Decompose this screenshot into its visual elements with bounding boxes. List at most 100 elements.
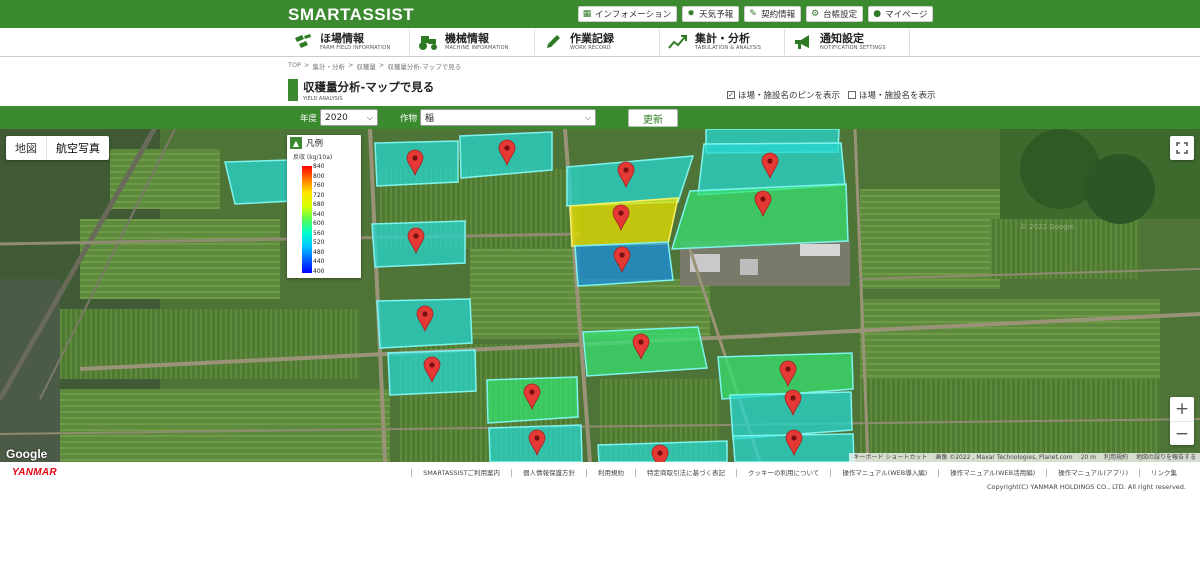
- footer-link[interactable]: クッキーの利用について: [736, 469, 830, 477]
- breadcrumb-yield[interactable]: 収穫量: [356, 61, 376, 71]
- fullscreen-icon: [1176, 142, 1188, 154]
- app-logo[interactable]: SMARTASSIST: [288, 5, 414, 25]
- nav-item-label: ほ場情報: [320, 32, 364, 45]
- legend-tick: 440: [313, 258, 325, 266]
- title-accent-bar: [288, 79, 298, 101]
- nav-item-notification[interactable]: 通知設定 NOTIFICATION SETTINGS: [788, 29, 910, 55]
- breadcrumb-top[interactable]: TOP: [288, 61, 301, 71]
- map-pin-icon[interactable]: [651, 444, 669, 462]
- footer-link[interactable]: 操作マニュアル(WEB活用編): [938, 469, 1046, 477]
- header-link-label: インフォメーション: [595, 10, 672, 20]
- legend-tick: 640: [313, 210, 325, 218]
- footer-link[interactable]: 特定商取引法に基づく表記: [635, 469, 736, 477]
- header-link-contract[interactable]: ✎ 契約情報: [744, 6, 802, 22]
- tractor-icon: [417, 31, 439, 53]
- breadcrumb-current: 収穫量分析-マップで見る: [387, 63, 462, 71]
- header-link-label: 台帳設定: [823, 10, 858, 20]
- legend-tick: 560: [313, 229, 325, 237]
- zoom-control: + −: [1170, 397, 1194, 445]
- legend-color-scale: [302, 166, 312, 273]
- legend-tick: 520: [313, 239, 325, 247]
- nav-item-label: 作業記録: [570, 32, 614, 45]
- legend-collapse-button[interactable]: ▲: [290, 137, 302, 149]
- legend-tick: 680: [313, 201, 325, 209]
- update-button[interactable]: 更新: [628, 109, 678, 127]
- map-type-satellite-button[interactable]: 航空写真: [46, 136, 109, 160]
- header-links: ▦ インフォメーション ✹ 天気予報 ✎ 契約情報 ⚙ 台帳設定 ● マイページ: [578, 6, 934, 22]
- settings-icon: ⚙: [811, 9, 820, 19]
- map-scale[interactable]: 20 m: [1076, 453, 1100, 462]
- megaphone-icon: [792, 31, 814, 53]
- show-pin-option[interactable]: ✓ ほ場・施設名のピンを表示: [727, 89, 840, 101]
- map-terms-link[interactable]: 利用規約: [1099, 453, 1132, 462]
- nav-item-machine-info[interactable]: 機械情報 MACHINE INFORMATION: [413, 29, 535, 55]
- footer-link[interactable]: リンク集: [1139, 469, 1188, 477]
- yanmar-logo[interactable]: YANMAR: [12, 467, 57, 478]
- year-select-value: 2020: [325, 112, 348, 123]
- crop-select[interactable]: 稲 ⌵: [420, 109, 596, 126]
- page-subtitle: YIELD ANALYSIS: [303, 96, 343, 102]
- show-pin-label: ほ場・施設名のピンを表示: [738, 91, 841, 101]
- field-icon: [292, 31, 314, 53]
- nav-item-work-record[interactable]: 作業記録 WORK RECORD: [538, 29, 660, 55]
- header-link-information[interactable]: ▦ インフォメーション: [578, 6, 678, 22]
- chevron-down-icon: ⌵: [584, 112, 591, 122]
- breadcrumb-separator: >: [378, 61, 385, 69]
- crop-label: 作物: [400, 114, 418, 124]
- crop-select-value: 稲: [425, 114, 435, 124]
- user-icon: ●: [873, 9, 882, 19]
- legend-tick: 760: [313, 182, 325, 190]
- year-label: 年度: [300, 114, 318, 124]
- map-type-control: 地図 航空写真: [6, 136, 109, 160]
- footer-links: SMARTASSISTご利用案内 個人情報保護方針 利用規約 特定商取引法に基づ…: [411, 469, 1188, 477]
- breadcrumb-separator: >: [347, 61, 354, 69]
- nav-item-sublabel: MACHINE INFORMATION: [445, 45, 509, 51]
- legend-tick: 600: [313, 220, 325, 228]
- legend-tick: 400: [313, 267, 325, 275]
- page-title-block: 収穫量分析-マップで見る YIELD ANALYSIS: [288, 79, 435, 102]
- report-map-error-link[interactable]: 地図の誤りを報告する: [1131, 453, 1200, 462]
- map-type-map-button[interactable]: 地図: [6, 136, 46, 160]
- plus-icon: +: [1174, 399, 1190, 419]
- zoom-out-button[interactable]: −: [1170, 421, 1194, 445]
- nav-item-analysis[interactable]: 集計・分析 TABULATION & ANALYSIS: [663, 29, 785, 55]
- fullscreen-button[interactable]: [1170, 136, 1194, 160]
- show-pin-checkbox[interactable]: ✓: [727, 91, 735, 99]
- chart-icon: [667, 31, 689, 53]
- header-link-label: マイページ: [885, 10, 928, 20]
- footer-link[interactable]: 操作マニュアル(アプリ): [1046, 469, 1139, 477]
- header-link-settings[interactable]: ⚙ 台帳設定: [806, 6, 864, 22]
- nav-item-sublabel: WORK RECORD: [570, 45, 611, 51]
- map-attribution: キーボード ショートカット 画像 ©2022 , Maxar Technolog…: [849, 453, 1200, 462]
- yield-map[interactable]: 地図 航空写真 + − ▲ 凡例 反収 (kg/10a) 840 800 760…: [0, 129, 1200, 462]
- legend-panel: ▲ 凡例 反収 (kg/10a) 840 800 760 720 680 640…: [287, 135, 361, 278]
- header-link-weather[interactable]: ✹ 天気予報: [682, 6, 740, 22]
- nav-item-sublabel: NOTIFICATION SETTINGS: [820, 45, 886, 51]
- show-name-label: ほ場・施設名を表示: [859, 91, 936, 101]
- minus-icon: −: [1174, 423, 1190, 444]
- nav-item-sublabel: FARM FIELD INFORMATION: [320, 45, 391, 51]
- nav-item-field-info[interactable]: ほ場情報 FARM FIELD INFORMATION: [288, 29, 410, 55]
- show-name-checkbox[interactable]: [848, 91, 857, 99]
- imagery-credit: 画像 ©2022 , Maxar Technologies, Planet.co…: [931, 453, 1077, 462]
- field-polygon[interactable]: [224, 159, 293, 205]
- google-logo: Google: [6, 447, 48, 461]
- header-link-mypage[interactable]: ● マイページ: [868, 6, 934, 22]
- year-select[interactable]: 2020 ⌵: [320, 109, 378, 126]
- breadcrumb-analysis[interactable]: 集計・分析: [312, 61, 345, 71]
- footer-link[interactable]: 操作マニュアル(WEB導入編): [830, 469, 938, 477]
- chevron-down-icon: ⌵: [366, 112, 373, 122]
- show-name-option[interactable]: ほ場・施設名を表示: [848, 89, 936, 101]
- footer-link[interactable]: 利用規約: [586, 469, 635, 477]
- footer-link[interactable]: SMARTASSISTご利用案内: [411, 469, 511, 477]
- header-link-label: 天気予報: [699, 10, 734, 20]
- nav-item-sublabel: TABULATION & ANALYSIS: [695, 45, 762, 51]
- nav-item-label: 機械情報: [445, 32, 489, 45]
- map-watermark: © 2022 Google: [1020, 223, 1074, 231]
- header-link-label: 契約情報: [761, 10, 796, 20]
- keyboard-shortcuts-link[interactable]: キーボード ショートカット: [849, 453, 932, 462]
- footer-link[interactable]: 個人情報保護方針: [511, 469, 586, 477]
- info-icon: ▦: [582, 9, 592, 19]
- page-title: 収穫量分析-マップで見る: [303, 80, 435, 94]
- zoom-in-button[interactable]: +: [1170, 397, 1194, 421]
